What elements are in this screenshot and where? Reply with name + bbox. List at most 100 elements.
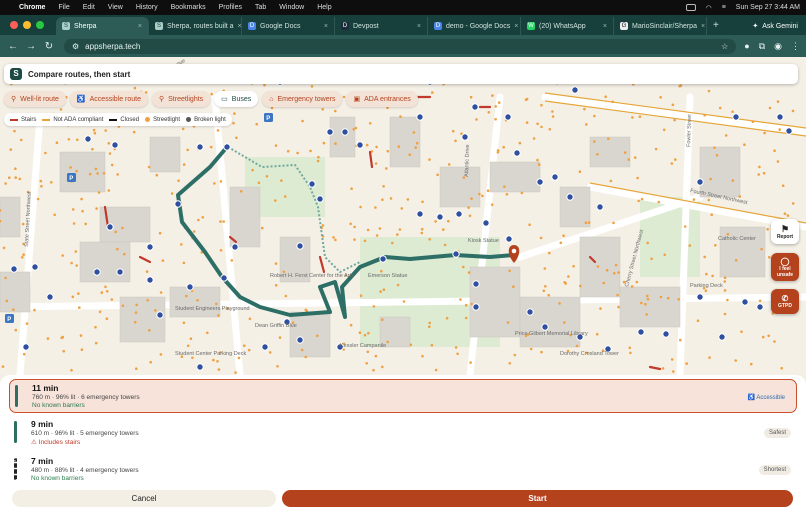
bus-stop-marker[interactable] <box>326 128 334 136</box>
tab-sherpa-routes[interactable]: S Sherpa, routes built a × <box>149 17 242 35</box>
tab-github[interactable]: G MarioSinclair/Sherpa × <box>614 17 707 35</box>
route-option-shortest[interactable]: 7 min 480 m · 88% lit · 4 emergency towe… <box>9 453 797 487</box>
bus-stop-marker[interactable] <box>551 173 559 181</box>
route-option-accessible[interactable]: 11 min 760 m · 96% lit · 6 emergency tow… <box>9 379 797 413</box>
cancel-button[interactable]: Cancel <box>12 490 276 507</box>
bus-stop-marker[interactable] <box>504 113 512 121</box>
bus-stop-marker[interactable] <box>93 268 101 276</box>
close-icon[interactable]: × <box>324 23 328 30</box>
menu-history[interactable]: History <box>136 4 158 11</box>
site-info-icon[interactable]: ⚙ <box>72 42 79 51</box>
start-button[interactable]: Start <box>282 490 793 507</box>
close-icon[interactable]: × <box>701 23 705 30</box>
ask-gemini-button[interactable]: ✦ Ask Gemini <box>744 22 806 35</box>
new-tab-button[interactable]: + <box>707 20 725 35</box>
bus-stop-marker[interactable] <box>186 283 194 291</box>
chip-accessible-route[interactable]: ♿ Accessible route <box>69 91 148 107</box>
bus-stop-marker[interactable] <box>596 203 604 211</box>
forward-icon[interactable]: → <box>24 41 38 52</box>
bus-stop-marker[interactable] <box>223 143 231 151</box>
bus-stop-marker[interactable] <box>231 243 239 251</box>
route-option-safest[interactable]: 9 min 610 m · 96% lit · 5 emergency towe… <box>9 416 797 450</box>
close-icon[interactable]: × <box>514 23 518 30</box>
bus-stop-marker[interactable] <box>536 178 544 186</box>
bus-stop-marker[interactable] <box>471 103 479 111</box>
menu-bookmarks[interactable]: Bookmarks <box>171 4 206 11</box>
bus-stop-marker[interactable] <box>482 219 490 227</box>
bus-stop-marker[interactable] <box>455 210 463 218</box>
bus-stop-marker[interactable] <box>146 243 154 251</box>
bus-stop-marker[interactable] <box>756 303 764 311</box>
tab-whatsapp[interactable]: W (20) WhatsApp × <box>521 17 614 35</box>
chip-streetlights[interactable]: ⚲ Streetlights <box>152 91 211 107</box>
bus-stop-marker[interactable] <box>46 293 54 301</box>
menu-edit[interactable]: Edit <box>83 4 95 11</box>
omnibox[interactable]: ⚙ appsherpa.tech ☆ <box>64 38 737 54</box>
bus-stop-marker[interactable] <box>637 328 645 336</box>
bus-stop-marker[interactable] <box>22 343 30 351</box>
menu-file[interactable]: File <box>58 4 69 11</box>
bus-stop-marker[interactable] <box>526 308 534 316</box>
bus-stop-marker[interactable] <box>696 178 704 186</box>
bus-stop-marker[interactable] <box>461 133 469 141</box>
bus-stop-marker[interactable] <box>513 149 521 157</box>
back-icon[interactable]: ← <box>6 41 20 52</box>
bus-stop-marker[interactable] <box>196 363 204 371</box>
bus-stop-marker[interactable] <box>741 298 749 306</box>
menu-tab[interactable]: Tab <box>255 4 266 11</box>
bus-stop-marker[interactable] <box>732 113 740 121</box>
menu-help[interactable]: Help <box>317 4 331 11</box>
bookmark-star-icon[interactable]: ☆ <box>721 42 728 51</box>
clock[interactable]: Sun Sep 27 3:44 AM <box>736 4 800 11</box>
bus-stop-marker[interactable] <box>776 113 784 121</box>
tab-demo-doc[interactable]: D demo - Google Docs × <box>428 17 521 35</box>
bus-stop-marker[interactable] <box>416 113 424 121</box>
bus-stop-marker[interactable] <box>296 242 304 250</box>
tab-sherpa[interactable]: S Sherpa × <box>56 17 149 35</box>
chip-buses[interactable]: ▭ Buses <box>214 91 259 107</box>
bus-stop-marker[interactable] <box>220 274 228 282</box>
profile-avatar[interactable]: ◉ <box>774 41 782 52</box>
bus-stop-marker[interactable] <box>31 263 39 271</box>
chip-emergency-towers[interactable]: ⌂ Emergency towers <box>262 91 343 107</box>
url-text[interactable]: appsherpa.tech <box>85 42 140 51</box>
feel-unsafe-button[interactable]: ◯ I feel unsafe <box>771 253 799 281</box>
bus-stop-marker[interactable] <box>472 303 480 311</box>
bus-stop-marker[interactable] <box>416 210 424 218</box>
chip-ada-entrances[interactable]: ▣ ADA entrances <box>346 91 418 107</box>
wifi-icon[interactable]: ◠ <box>706 4 712 12</box>
maximize-window-button[interactable] <box>36 21 44 29</box>
bus-stop-marker[interactable] <box>261 343 269 351</box>
bus-stop-marker[interactable] <box>571 86 579 94</box>
close-icon[interactable]: × <box>417 23 421 30</box>
bus-stop-marker[interactable] <box>316 195 324 203</box>
puzzle-icon[interactable]: ⧉ <box>759 41 765 52</box>
reload-icon[interactable]: ↻ <box>42 41 56 52</box>
bus-stop-marker[interactable] <box>696 293 704 301</box>
bus-stop-marker[interactable] <box>379 255 387 263</box>
bus-stop-marker[interactable] <box>341 128 349 136</box>
menu-profiles[interactable]: Profiles <box>219 4 242 11</box>
bus-stop-marker[interactable] <box>174 200 182 208</box>
bus-stop-marker[interactable] <box>10 265 18 273</box>
bus-stop-marker[interactable] <box>111 141 119 149</box>
close-window-button[interactable] <box>10 21 18 29</box>
bus-stop-marker[interactable] <box>662 330 670 338</box>
bus-stop-marker[interactable] <box>106 223 114 231</box>
menu-kebab-icon[interactable]: ⋮ <box>791 41 800 52</box>
bus-stop-marker[interactable] <box>84 135 92 143</box>
extension-icon[interactable]: ● <box>744 41 749 52</box>
minimize-window-button[interactable] <box>23 21 31 29</box>
tab-devpost[interactable]: D Devpost × <box>335 17 428 35</box>
menu-view[interactable]: View <box>108 4 123 11</box>
bus-stop-marker[interactable] <box>156 311 164 319</box>
bus-stop-marker[interactable] <box>436 213 444 221</box>
bus-stop-marker[interactable] <box>452 250 460 258</box>
bus-stop-marker[interactable] <box>308 180 316 188</box>
report-button[interactable]: ⚑ Report <box>771 219 799 244</box>
control-center-icon[interactable]: ≡ <box>722 4 726 11</box>
bus-stop-marker[interactable] <box>116 268 124 276</box>
close-icon[interactable]: × <box>138 23 142 30</box>
bus-stop-marker[interactable] <box>146 276 154 284</box>
menu-chrome[interactable]: Chrome <box>19 4 45 11</box>
